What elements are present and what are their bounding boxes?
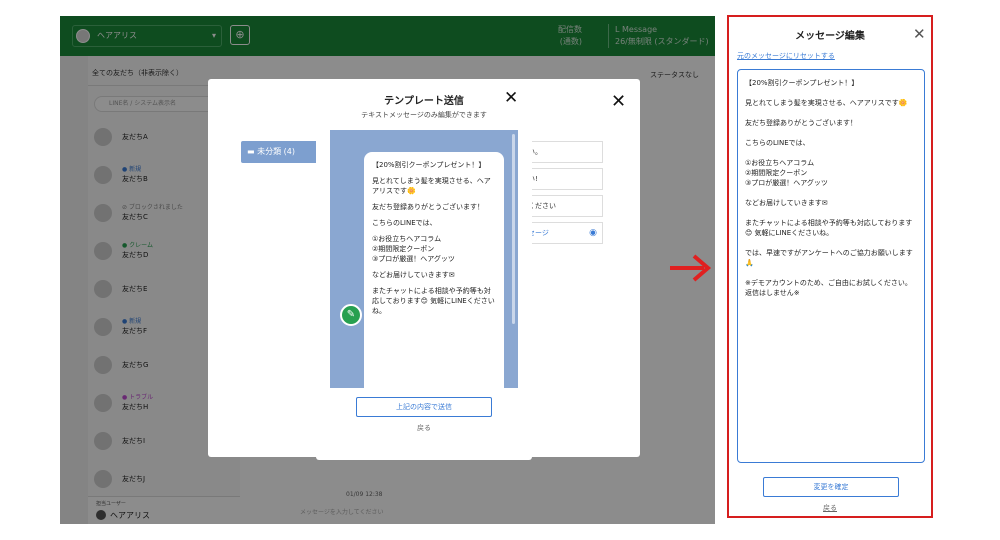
message-preview: ✎ 【20%割引クーポンプレゼント！】見とれてしまう髪を実現させる、ヘアアリスで… xyxy=(330,130,518,388)
editor-paragraph: ①お役立ちヘアコラム ②期間限定クーポン ③プロが厳選！ヘアグッツ xyxy=(745,159,828,187)
template-row[interactable]: セージ ◉ xyxy=(523,222,603,244)
edit-button[interactable]: ✎ xyxy=(340,304,362,326)
pencil-icon: ✎ xyxy=(346,309,356,320)
editor-paragraph: 【20%割引クーポンプレゼント！】 xyxy=(745,79,859,87)
screenshot-root: ヘアアリス ▾ ⊕ 配信数 (通数) L Message 26/無制限 (スタン… xyxy=(0,0,1000,540)
confirm-changes-button[interactable]: 変更を確定 xyxy=(763,477,899,497)
editor-paragraph: またチャットによる相談や予約等も対応しております😊 気軽にLINEくださいね。 xyxy=(745,219,913,237)
dialog-subtitle: テキストメッセージのみ編集ができます xyxy=(361,111,487,119)
close-icon[interactable]: ✕ xyxy=(913,25,926,43)
editor-paragraph: ※デモアカウントのため、ご自由にお試しください。返信はしません※ xyxy=(745,279,912,297)
send-button[interactable]: 上記の内容で送信 xyxy=(356,397,492,417)
back-link[interactable]: 戻る xyxy=(729,503,931,513)
editor-paragraph: 友だち登録ありがとうございます！ xyxy=(745,119,857,127)
message-textarea[interactable]: 【20%割引クーポンプレゼント！】見とれてしまう髪を実現させる、ヘアアリスです🌼… xyxy=(737,69,925,463)
bubble-paragraph: こちらのLINEでは、 xyxy=(372,219,437,227)
folder-icon: ▬ xyxy=(247,147,255,156)
message-bubble: 【20%割引クーポンプレゼント！】見とれてしまう髪を実現させる、ヘアアリスです🌼… xyxy=(364,152,504,388)
bubble-paragraph: 【20%割引クーポンプレゼント！】 xyxy=(372,161,486,169)
bubble-paragraph: 見とれてしまう髪を実現させる、ヘアアリスです🌼 xyxy=(372,177,491,195)
folder-label: 未分類 (4) xyxy=(257,147,295,156)
message-editor-panel: メッセージ編集 ✕ 元のメッセージにリセットする 【20%割引クーポンプレゼント… xyxy=(727,15,933,518)
chat-app-window: ヘアアリス ▾ ⊕ 配信数 (通数) L Message 26/無制限 (スタン… xyxy=(60,16,715,524)
close-icon[interactable]: ✕ xyxy=(504,88,518,108)
editor-paragraph: では、早速ですがアンケートへのご協力お願いします🙏 xyxy=(745,249,913,267)
preview-scrollbar[interactable] xyxy=(512,134,515,324)
template-row[interactable]: ください xyxy=(523,195,603,217)
close-icon[interactable]: ✕ xyxy=(611,91,626,112)
bubble-paragraph: ①お役立ちヘアコラム ②期間限定クーポン ③プロが厳選！ヘアグッツ xyxy=(372,235,455,263)
reset-message-link[interactable]: 元のメッセージにリセットする xyxy=(737,51,835,61)
arrow-right-icon xyxy=(670,254,712,282)
template-row[interactable]: い。 xyxy=(523,141,603,163)
editor-paragraph: 見とれてしまう髪を実現させる、ヘアアリスです🌼 xyxy=(745,99,908,107)
bubble-paragraph: またチャットによる相談や予約等も対応しております😊 気軽にLINEくださいね。 xyxy=(372,287,495,315)
editor-paragraph: こちらのLINEでは、 xyxy=(745,139,810,147)
eye-icon[interactable]: ◉ xyxy=(589,223,597,243)
template-row-label: ください xyxy=(528,202,556,210)
bubble-paragraph: などお届けしていきます✉ xyxy=(372,271,455,279)
template-send-dialog: テンプレート送信 テキストメッセージのみ編集ができます ✕ ✎ 【20%割引クー… xyxy=(316,80,532,460)
back-link[interactable]: 戻る xyxy=(316,423,532,433)
editor-paragraph: などお届けしていきます✉ xyxy=(745,199,828,207)
dialog-title: テンプレート送信 xyxy=(384,96,464,107)
editor-title: メッセージ編集 xyxy=(795,31,865,42)
bubble-paragraph: 友だち登録ありがとうございます！ xyxy=(372,203,484,211)
template-row[interactable]: い! xyxy=(523,168,603,190)
